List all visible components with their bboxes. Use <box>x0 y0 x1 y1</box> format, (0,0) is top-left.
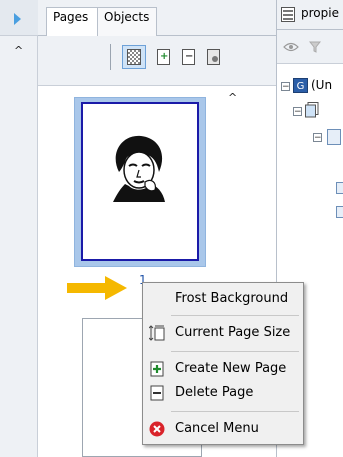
menu-item-create-new-page[interactable]: Create New Page <box>145 357 301 381</box>
filter-icon[interactable] <box>309 41 321 53</box>
scroll-up-icon[interactable]: ^ <box>228 92 240 105</box>
tree-collapse-icon[interactable]: − <box>293 107 302 117</box>
menu-separator <box>171 411 299 412</box>
page-node-icon <box>327 129 341 145</box>
menu-item-label: Create New Page <box>175 361 287 376</box>
tree-collapse-icon[interactable]: − <box>313 133 322 143</box>
page-size-icon <box>207 49 220 65</box>
toolbar-separator <box>110 44 111 70</box>
menu-item-delete-page[interactable]: Delete Page <box>145 381 301 405</box>
create-page-button[interactable]: + <box>154 47 174 67</box>
eye-icon[interactable] <box>283 42 299 52</box>
menu-item-label: Current Page Size <box>175 325 291 340</box>
delete-page-icon <box>150 385 164 401</box>
document-root-icon: G <box>293 78 308 93</box>
expand-arrow-icon[interactable] <box>14 13 21 25</box>
menu-item-label: Delete Page <box>175 385 254 400</box>
page-thumbnail-1[interactable] <box>81 102 199 261</box>
yellow-arrow-icon <box>67 276 127 300</box>
menu-item-label: Cancel Menu <box>175 421 259 436</box>
menu-separator <box>171 351 299 352</box>
page-size-icon <box>149 325 165 341</box>
page-size-button[interactable] <box>204 47 224 67</box>
menu-item-current-page-size[interactable]: Current Page Size <box>145 321 301 345</box>
create-page-icon <box>150 361 164 377</box>
delete-page-button[interactable]: − <box>179 47 199 67</box>
menu-item-label: Frost Background <box>175 291 289 306</box>
pages-toolbar: + − <box>38 36 276 86</box>
delete-page-icon: − <box>182 49 195 65</box>
properties-icon <box>281 7 295 22</box>
properties-toolbar <box>277 30 343 64</box>
left-collapse-strip: ^ <box>0 0 38 457</box>
panel-tab-bar: Pages Objects <box>38 0 276 36</box>
tab-pages[interactable]: Pages <box>46 7 98 36</box>
cancel-icon <box>149 421 165 437</box>
frost-background-icon <box>127 49 141 65</box>
properties-title: propie <box>301 6 339 20</box>
svg-text:G: G <box>297 81 305 92</box>
layer-node-icon <box>336 206 343 218</box>
layer-node-icon <box>336 182 343 194</box>
tree-collapse-icon[interactable]: − <box>281 82 290 92</box>
portrait-image <box>113 135 165 202</box>
context-menu: Frost Background Current Page Size Creat… <box>142 282 304 445</box>
menu-item-frost-background[interactable]: Frost Background <box>145 287 301 311</box>
strip-header <box>0 0 38 36</box>
menu-item-cancel-menu[interactable]: Cancel Menu <box>145 417 301 441</box>
create-page-icon: + <box>157 49 170 65</box>
tab-objects[interactable]: Objects <box>97 7 157 36</box>
menu-separator <box>171 315 299 316</box>
collapse-up-icon[interactable]: ^ <box>14 45 24 56</box>
properties-header: propie <box>277 0 343 30</box>
pages-node-icon <box>305 102 319 118</box>
tree-root-label[interactable]: (Un <box>311 78 332 92</box>
frost-background-button[interactable] <box>122 45 146 69</box>
